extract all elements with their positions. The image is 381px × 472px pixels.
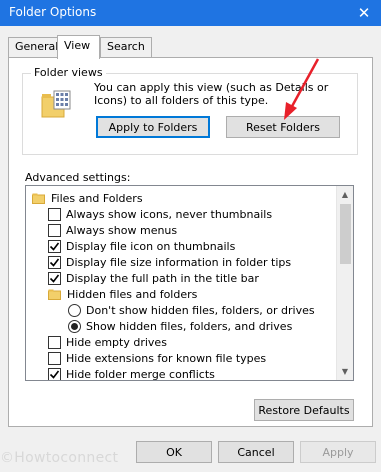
folder-icon: [48, 289, 61, 300]
checkbox[interactable]: [48, 351, 61, 365]
checkbox-checked[interactable]: [48, 367, 61, 380]
tree-item-dont-show-hidden[interactable]: Don't show hidden files, folders, or dri…: [68, 302, 315, 318]
scroll-thumb[interactable]: [340, 204, 351, 264]
checkbox-checked[interactable]: [48, 239, 61, 253]
tree-group-files-and-folders: Files and Folders: [32, 190, 143, 206]
tree-item-display-file-size[interactable]: Display file size information in folder …: [48, 254, 291, 270]
title-bar: Folder Options ✕: [0, 0, 381, 26]
tree-item-display-file-icon[interactable]: Display file icon on thumbnails: [48, 238, 235, 254]
checkmark-icon: [49, 258, 60, 267]
window-title: Folder Options: [9, 5, 97, 19]
apply-button[interactable]: Apply: [300, 441, 376, 463]
tree-item-label: Always show icons, never thumbnails: [66, 207, 273, 221]
scroll-up-icon[interactable]: ▲: [337, 186, 353, 203]
folder-views-description: You can apply this view (such as Details…: [94, 81, 329, 107]
ok-button[interactable]: OK: [136, 441, 212, 463]
tree-item-label: Display file size information in folder …: [66, 255, 292, 269]
tree-item-hide-merge-conflicts[interactable]: Hide folder merge conflicts: [48, 366, 215, 381]
tree-item-always-show-menus[interactable]: Always show menus: [48, 222, 177, 238]
reset-folders-button[interactable]: Reset Folders: [226, 116, 340, 138]
checkmark-icon: [49, 370, 60, 379]
watermark: ©Howtoconnect: [0, 450, 119, 466]
checkbox[interactable]: [48, 207, 61, 221]
tree-item-label: Files and Folders: [51, 191, 143, 205]
advanced-settings-label: Advanced settings:: [25, 171, 131, 184]
radio-button-selected[interactable]: [68, 319, 81, 333]
scroll-down-icon[interactable]: ▼: [337, 363, 353, 380]
tree-item-label: Show hidden files, folders, and drives: [86, 319, 293, 333]
checkbox-checked[interactable]: [48, 255, 61, 269]
tree-item-label: Don't show hidden files, folders, or dri…: [86, 303, 315, 317]
checkbox-checked[interactable]: [48, 271, 61, 285]
tree-item-show-hidden[interactable]: Show hidden files, folders, and drives: [68, 318, 292, 334]
folder-icon: [32, 193, 45, 204]
checkmark-icon: [49, 242, 60, 251]
tree-item-label: Hide extensions for known file types: [66, 351, 267, 365]
radio-button[interactable]: [68, 303, 81, 317]
tree-item-hide-empty-drives[interactable]: Hide empty drives: [48, 334, 167, 350]
tree-item-label: Hidden files and folders: [67, 287, 198, 301]
tab-search[interactable]: Search: [100, 37, 152, 57]
checkbox[interactable]: [48, 335, 61, 349]
tree-item-hide-extensions[interactable]: Hide extensions for known file types: [48, 350, 266, 366]
tab-view[interactable]: View: [57, 35, 100, 59]
tree-item-label: Hide empty drives: [66, 335, 167, 349]
restore-defaults-button[interactable]: Restore Defaults: [254, 399, 354, 421]
cancel-button[interactable]: Cancel: [218, 441, 294, 463]
vertical-scrollbar[interactable]: ▲ ▼: [336, 186, 353, 380]
tree-item-display-full-path[interactable]: Display the full path in the title bar: [48, 270, 259, 286]
folder-views-icon: [41, 90, 71, 118]
advanced-settings-tree[interactable]: Files and Folders Always show icons, nev…: [25, 185, 354, 381]
apply-to-folders-button[interactable]: Apply to Folders: [96, 116, 210, 138]
tree-item-label: Display file icon on thumbnails: [66, 239, 236, 253]
tree-item-label: Always show menus: [66, 223, 178, 237]
checkmark-icon: [49, 274, 60, 283]
folder-views-label: Folder views: [31, 66, 106, 79]
tree-item-always-show-icons[interactable]: Always show icons, never thumbnails: [48, 206, 272, 222]
tree-item-label: Display the full path in the title bar: [66, 271, 259, 285]
tree-group-hidden-files: Hidden files and folders: [48, 286, 197, 302]
radio-dot: [71, 322, 78, 330]
checkbox[interactable]: [48, 223, 61, 237]
close-icon[interactable]: ✕: [347, 0, 381, 26]
tree-item-label: Hide folder merge conflicts: [66, 367, 215, 381]
